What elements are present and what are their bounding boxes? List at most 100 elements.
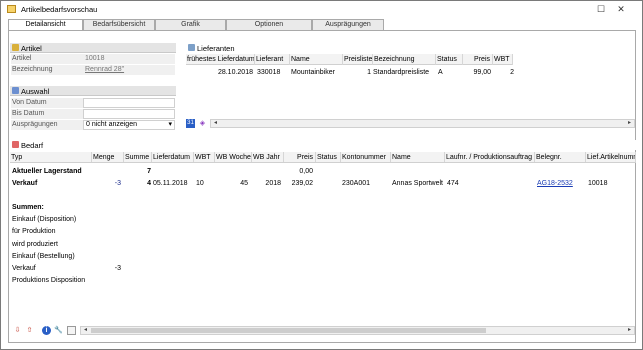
tab-bar: Detailansicht Bedarfsübersicht Grafik Op…	[8, 19, 635, 31]
verkauf-summe: 4	[147, 180, 151, 187]
tab-bedarfsuebersicht[interactable]: Bedarfsübersicht	[83, 19, 155, 30]
tab-grafik[interactable]: Grafik	[155, 19, 226, 30]
bis-datum-label: Bis Datum	[11, 109, 83, 119]
bedarf-table-header: Typ Menge Summe Lieferdatum WBT WB Woche…	[10, 152, 636, 163]
col-bezeichnung[interactable]: Bezeichnung	[373, 54, 436, 65]
summen-fuer-produktion-label: für Produktion	[12, 228, 56, 235]
scroll-right-icon[interactable]: ▸	[625, 327, 634, 334]
scroll-right-icon[interactable]: ▸	[625, 120, 634, 127]
col-kontonummer[interactable]: Kontonummer	[341, 152, 391, 162]
summen-einkauf-disposition-label: Einkauf (Disposition)	[12, 216, 77, 223]
scroll-left-icon[interactable]: ◂	[211, 120, 220, 127]
scroll-left-icon[interactable]: ◂	[81, 327, 90, 334]
lieferanten-icon	[188, 44, 195, 51]
col-typ[interactable]: Typ	[10, 152, 92, 162]
bezeichnung-label: Bezeichnung	[11, 65, 83, 75]
auspraegungen-label: Ausprägungen	[11, 120, 83, 130]
window-title: Artikelbedarfsvorschau	[21, 5, 98, 14]
col-name[interactable]: Name	[391, 152, 445, 162]
von-datum-label: Von Datum	[11, 98, 83, 108]
col-preis[interactable]: Preis	[284, 152, 316, 162]
verkauf-menge: -3	[114, 180, 121, 187]
col-status[interactable]: Status	[436, 54, 463, 65]
navigate-icon[interactable]: ◈	[198, 119, 207, 128]
col-status[interactable]: Status	[316, 152, 341, 162]
auswahl-group-header: Auswahl	[10, 86, 176, 96]
col-preisliste[interactable]: Preisliste	[343, 54, 373, 65]
summen-wird-produziert-label: wird produziert	[12, 241, 58, 248]
artikel-header-label: Artikel	[21, 44, 42, 53]
arrow-down-icon[interactable]: ⇩	[13, 326, 22, 335]
col-belegnr[interactable]: Belegnr.	[535, 152, 586, 162]
preis-cell: 99,00	[473, 69, 491, 76]
lagerstand-preis: 0,00	[299, 168, 313, 175]
bis-datum-input[interactable]	[83, 109, 175, 119]
title-bar: Artikelbedarfsvorschau ☐ ✕	[1, 1, 642, 17]
verkauf-wbjahr: 2018	[265, 180, 281, 187]
col-lief-artikelnummer[interactable]: Lief.Artikelnummer	[586, 152, 636, 162]
col-fruehestes-lieferdatum[interactable]: frühestes Lieferdatum	[186, 54, 255, 65]
arrow-up-icon[interactable]: ⇧	[25, 326, 34, 335]
app-icon	[7, 5, 16, 13]
artikel-value: 10018	[83, 54, 175, 64]
bedarf-hscroll[interactable]: ◂ ▸	[80, 326, 635, 335]
lieferanten-hscroll[interactable]: ◂ ▸	[210, 119, 635, 128]
lieferant-cell: 330018	[257, 69, 281, 76]
col-name[interactable]: Name	[290, 54, 343, 65]
info-icon[interactable]: i	[42, 326, 51, 335]
col-wb-jahr[interactable]: WB Jahr	[252, 152, 284, 162]
bezeichnung-cell: Standardpreisliste	[373, 69, 430, 76]
col-wbt[interactable]: WBT	[194, 152, 215, 162]
calendar-badge: 31	[187, 120, 194, 126]
lagerstand-summe: 7	[147, 168, 151, 175]
col-lieferdatum[interactable]: Lieferdatum	[152, 152, 194, 162]
status-cell: A	[438, 69, 443, 76]
maximize-button[interactable]: ☐	[595, 4, 607, 15]
summen-verkauf-value: -3	[114, 265, 121, 272]
lieferanten-group-header: Lieferanten	[186, 43, 635, 53]
auspraegungen-value: 0 nicht anzeigen	[86, 121, 137, 128]
verkauf-typ: Verkauf	[12, 180, 38, 187]
von-datum-input[interactable]	[83, 98, 175, 108]
lieferdatum-cell: 28.10.2018	[217, 69, 253, 76]
calendar-icon[interactable]: 31	[186, 119, 195, 128]
wbt-cell: 2	[510, 69, 514, 76]
col-laufnr[interactable]: Laufnr. / Produktionsauftrag	[445, 152, 535, 162]
artikel-icon	[12, 44, 19, 51]
verkauf-lieferdatum: 05.11.2018	[153, 180, 188, 187]
bezeichnung-value[interactable]: Rennrad 28"	[83, 65, 175, 75]
verkauf-lief-artikelnummer: 10018	[588, 180, 608, 187]
summen-verkauf-label: Verkauf	[12, 265, 36, 272]
bezeichnung-row: Bezeichnung Rennrad 28"	[9, 64, 175, 75]
tab-auspraegungen[interactable]: Ausprägungen	[312, 19, 384, 30]
col-lieferant[interactable]: Lieferant	[255, 54, 290, 65]
col-preis[interactable]: Preis	[463, 54, 493, 65]
col-wbt[interactable]: WBT	[493, 54, 513, 65]
col-wb-woche[interactable]: WB Woche	[215, 152, 252, 162]
scroll-thumb[interactable]	[91, 328, 486, 333]
chevron-down-icon[interactable]: ▾	[168, 121, 172, 129]
wrench-icon[interactable]: 🔧	[54, 326, 63, 335]
summen-einkauf-bestellung-label: Einkauf (Bestellung)	[12, 253, 75, 260]
col-summe[interactable]: Summe	[124, 152, 152, 162]
verkauf-laufnr: 474	[447, 180, 459, 187]
artikel-group-header: Artikel	[10, 43, 176, 53]
artikel-label: Artikel	[11, 54, 83, 64]
bedarf-group-header: Bedarf	[10, 140, 636, 150]
col-menge[interactable]: Menge	[92, 152, 124, 162]
verkauf-kontonummer: 230A001	[342, 180, 371, 187]
document-icon[interactable]	[67, 326, 76, 335]
lagerstand-typ: Aktueller Lagerstand	[12, 168, 82, 175]
auspraegungen-row: Ausprägungen 0 nicht anzeigen ▾	[9, 119, 175, 130]
summen-produktions-disposition-label: Produktions Disposition	[12, 277, 86, 284]
auspraegungen-select[interactable]: 0 nicht anzeigen ▾	[83, 120, 175, 130]
window: Artikelbedarfsvorschau ☐ ✕ Detailansicht…	[0, 0, 643, 350]
verkauf-belegnr-link[interactable]: AG18-2532	[537, 180, 573, 187]
lieferanten-header-label: Lieferanten	[197, 44, 235, 53]
auswahl-header-label: Auswahl	[21, 87, 50, 96]
summen-title: Summen:	[12, 204, 44, 211]
tab-optionen[interactable]: Optionen	[226, 19, 312, 30]
preisliste-cell: 1	[367, 69, 371, 76]
close-button[interactable]: ✕	[615, 4, 627, 15]
lieferanten-table-header: frühestes Lieferdatum Lieferant Name Pre…	[186, 54, 513, 65]
